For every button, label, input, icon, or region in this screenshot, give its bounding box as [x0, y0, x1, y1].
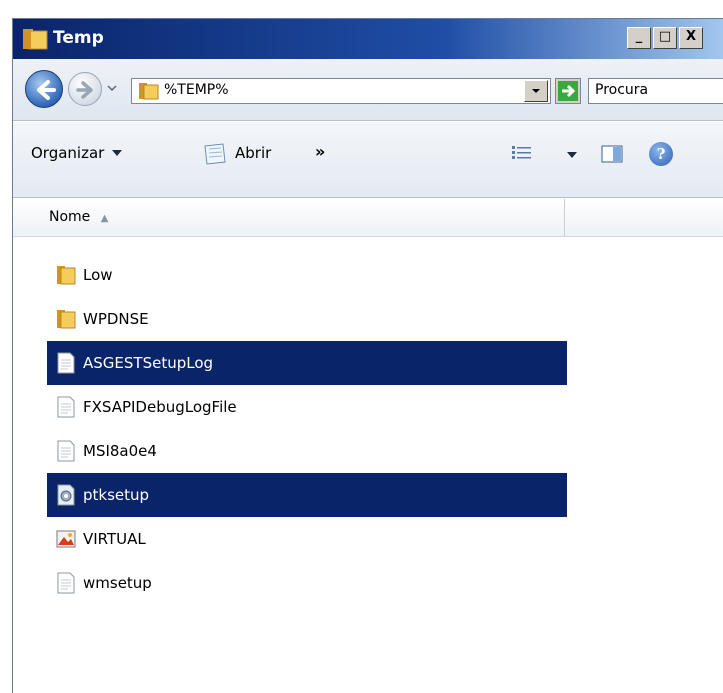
image-file-icon — [56, 530, 76, 548]
address-dropdown-button[interactable] — [524, 80, 548, 102]
folder-icon — [139, 83, 159, 100]
recent-pages-dropdown[interactable] — [105, 81, 119, 95]
open-label: Abrir — [235, 144, 272, 162]
forward-button[interactable] — [68, 72, 102, 106]
preview-pane-icon[interactable] — [601, 144, 623, 164]
sort-ascending-icon: ▲ — [100, 213, 109, 224]
folder-icon — [23, 29, 48, 50]
maximize-button[interactable]: □ — [653, 27, 677, 49]
help-button[interactable]: ? — [649, 142, 673, 166]
file-row[interactable]: VIRTUAL — [47, 517, 567, 561]
chevron-down-icon — [532, 89, 540, 93]
address-field[interactable]: %TEMP% — [131, 78, 551, 104]
file-name: ptksetup — [83, 486, 150, 504]
go-arrow-icon — [558, 81, 578, 101]
file-row[interactable]: MSI8a0e4 — [47, 429, 567, 473]
text-file-icon — [57, 440, 75, 462]
back-button[interactable] — [25, 70, 63, 108]
column-header: Nome ▲ — [13, 199, 723, 237]
open-button[interactable]: Abrir — [201, 140, 271, 166]
more-commands-button[interactable]: » — [315, 142, 325, 161]
file-name: wmsetup — [83, 574, 152, 592]
file-name: Low — [83, 266, 113, 284]
column-name-label: Nome — [49, 209, 91, 225]
text-file-icon — [57, 352, 75, 374]
command-bar: Organizar Abrir » ? — [13, 122, 723, 198]
open-file-icon — [204, 143, 226, 165]
file-name: MSI8a0e4 — [83, 442, 157, 460]
minimize-button[interactable]: _ — [627, 27, 651, 49]
organize-button[interactable]: Organizar — [31, 144, 123, 162]
file-list: Low WPDNSE ASGESTSetupLog FXSAPIDebugLogFil… — [47, 253, 567, 605]
views-dropdown-icon[interactable] — [567, 152, 577, 158]
file-name: ASGESTSetupLog — [83, 354, 214, 372]
arrow-left-icon — [37, 80, 56, 100]
chevron-down-icon — [112, 150, 123, 156]
file-row[interactable]: FXSAPIDebugLogFile — [47, 385, 567, 429]
arrow-right-icon — [76, 81, 93, 99]
organize-label: Organizar — [31, 144, 105, 162]
address-bar: %TEMP% Procura — [13, 59, 723, 121]
file-row[interactable]: Low — [47, 253, 567, 297]
go-button[interactable] — [555, 78, 581, 104]
file-row[interactable]: wmsetup — [47, 561, 567, 605]
gear-file-icon — [57, 484, 75, 506]
address-path: %TEMP% — [164, 82, 229, 98]
column-name[interactable]: Nome ▲ — [13, 199, 565, 237]
text-file-icon — [57, 572, 75, 594]
folder-icon — [57, 310, 76, 329]
file-row[interactable]: WPDNSE — [47, 297, 567, 341]
window-title: Temp — [53, 28, 104, 48]
file-name: FXSAPIDebugLogFile — [83, 398, 237, 416]
file-name: WPDNSE — [83, 310, 149, 328]
file-name: VIRTUAL — [83, 530, 146, 548]
search-input[interactable]: Procura — [588, 78, 723, 104]
title-bar[interactable]: Temp _ □ X — [13, 19, 723, 59]
text-file-icon — [57, 396, 75, 418]
folder-icon — [57, 266, 76, 285]
explorer-window: Temp _ □ X %TEMP% Procura Organizar Abri… — [12, 18, 723, 693]
file-row[interactable]: ASGESTSetupLog — [47, 341, 567, 385]
close-button[interactable]: X — [679, 27, 703, 49]
file-row[interactable]: ptksetup — [47, 473, 567, 517]
views-icon[interactable] — [511, 144, 533, 162]
